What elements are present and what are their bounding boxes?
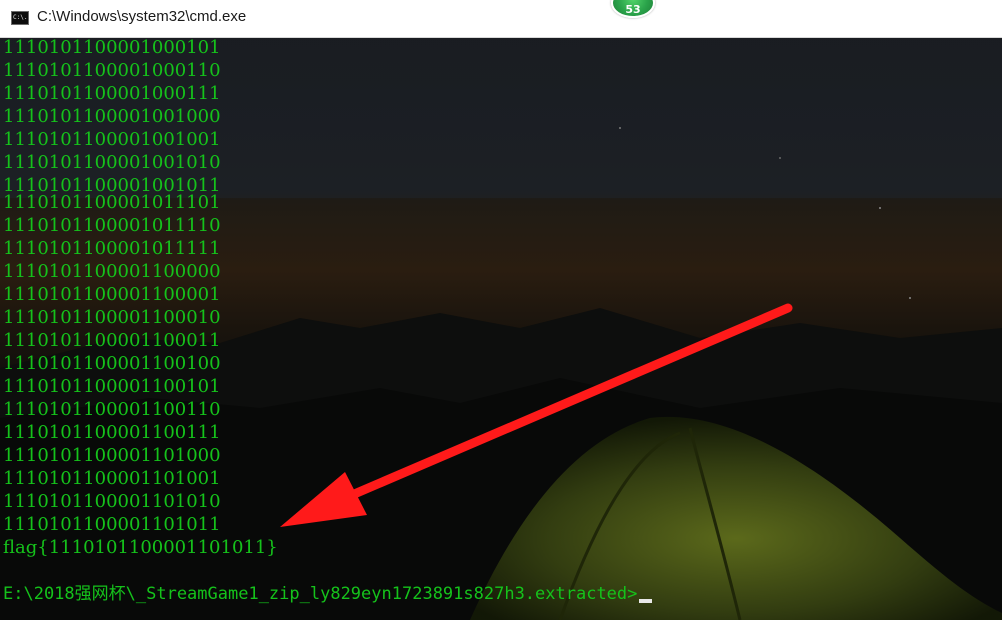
binary-output-line: 1110101100001100100 — [3, 353, 221, 374]
binary-output-line: 1110101100001100101 — [3, 376, 221, 397]
binary-output-line: 1110101100001101000 — [3, 445, 221, 466]
binary-output-line: 1110101100001011101 — [3, 192, 221, 213]
binary-output-line: 1110101100001001010 — [3, 152, 221, 173]
flag-output-line: flag{1110101100001101011} — [3, 537, 278, 558]
binary-output-line: 1110101100001101001 — [3, 468, 221, 489]
binary-output-line: 1110101100001100010 — [3, 307, 221, 328]
binary-output-line: 1110101100001100000 — [3, 261, 221, 282]
cmd-icon[interactable]: C:\. — [11, 11, 29, 25]
binary-output-line: 1110101100001011110 — [3, 215, 221, 236]
binary-output-line: 1110101100001000110 — [3, 60, 221, 81]
title-bar[interactable]: C:\. C:\Windows\system32\cmd.exe — [0, 0, 1002, 38]
binary-output-line: 1110101100001011111 — [3, 238, 221, 259]
binary-output-line: 1110101100001101011 — [3, 514, 221, 535]
cmd-window: C:\. C:\Windows\system32\cmd.exe 1110101… — [0, 0, 1002, 620]
console-area[interactable]: 1110101100001000101 1110101100001000110 11… — [0, 38, 1002, 620]
binary-output-line: 1110101100001000111 — [3, 83, 221, 104]
binary-output-line: 1110101100001100011 — [3, 330, 221, 351]
binary-output-line: 1110101100001101010 — [3, 491, 221, 512]
command-prompt[interactable]: E:\2018强网杯\_StreamGame1_zip_ly829eyn1723… — [3, 584, 653, 604]
binary-output-line: 1110101100001100001 — [3, 284, 221, 305]
binary-output-line: 1110101100001001000 — [3, 106, 221, 127]
prompt-path: E:\2018强网杯\_StreamGame1_zip_ly829eyn1723… — [3, 584, 638, 604]
window-title: C:\Windows\system32\cmd.exe — [37, 8, 247, 25]
binary-output-line: 1110101100001100110 — [3, 399, 221, 420]
binary-output-line: 1110101100001001001 — [3, 129, 221, 150]
text-cursor — [639, 599, 653, 603]
binary-output-line: 1110101100001100111 — [3, 422, 221, 443]
binary-output-line: 1110101100001000101 — [3, 38, 221, 58]
